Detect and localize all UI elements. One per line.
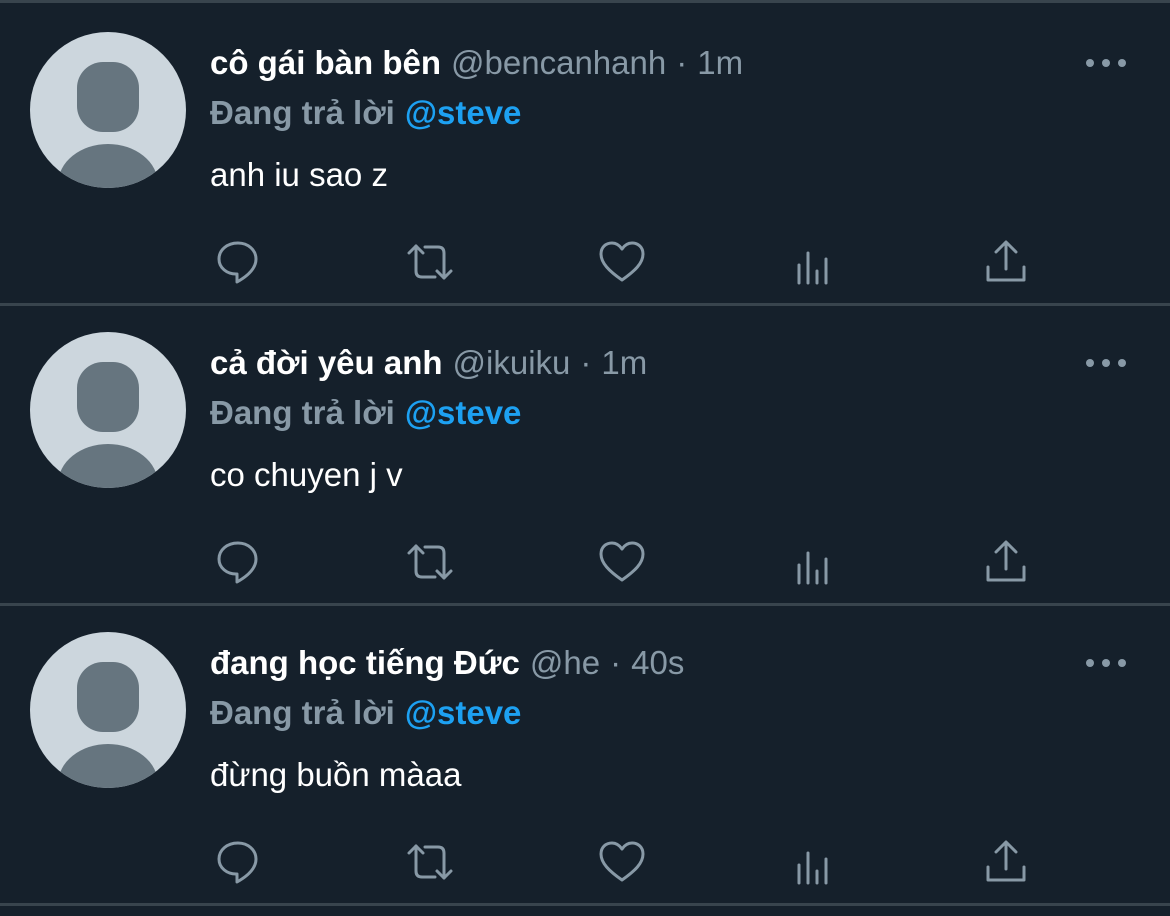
avatar-shoulders-shape — [58, 744, 158, 788]
reply-icon — [217, 241, 258, 284]
display-name[interactable]: cả đời yêu anh — [210, 344, 443, 382]
avatar-head-shape — [77, 362, 139, 432]
user-handle[interactable]: @ikuiku — [453, 344, 571, 382]
tweet-header: cô gái bàn bên @bencanhanh · 1m — [210, 44, 743, 88]
separator-dot: · — [610, 644, 622, 681]
replying-to-mention[interactable]: @steve — [405, 694, 522, 731]
more-icon[interactable] — [1086, 350, 1126, 376]
replying-to: Đang trả lời @steve — [210, 394, 521, 438]
analytics-button[interactable] — [786, 834, 842, 890]
separator-dot: · — [580, 344, 592, 381]
tweet-actions — [210, 834, 1050, 894]
replying-to-label: Đang trả lời — [210, 694, 395, 731]
like-button[interactable] — [594, 534, 650, 590]
display-name[interactable]: cô gái bàn bên — [210, 44, 441, 82]
display-name[interactable]: đang học tiếng Đức — [210, 644, 520, 682]
timestamp[interactable]: 1m — [601, 344, 647, 382]
analytics-icon — [797, 551, 828, 585]
tweet-text: anh iu sao z — [210, 156, 388, 193]
tweet-actions — [210, 234, 1050, 294]
retweet-button[interactable] — [402, 234, 458, 290]
tweet-header: đang học tiếng Đức @he · 40s — [210, 644, 684, 688]
replying-to-mention[interactable]: @steve — [405, 394, 522, 431]
share-button[interactable] — [978, 234, 1034, 290]
retweet-button[interactable] — [402, 534, 458, 590]
heart-icon — [599, 841, 645, 882]
tweet-text: co chuyen j v — [210, 456, 403, 493]
tweet-feed: cô gái bàn bên @bencanhanh · 1m Đang trả… — [0, 0, 1170, 916]
reply-icon — [217, 841, 258, 884]
analytics-icon — [797, 251, 828, 285]
reply-button[interactable] — [210, 534, 266, 590]
analytics-icon — [797, 851, 828, 885]
analytics-button[interactable] — [786, 234, 842, 290]
like-button[interactable] — [594, 834, 650, 890]
timestamp[interactable]: 1m — [697, 44, 743, 82]
tweet[interactable]: cả đời yêu anh @ikuiku · 1m Đang trả lời… — [0, 306, 1170, 606]
like-button[interactable] — [594, 234, 650, 290]
tweet-header: cả đời yêu anh @ikuiku · 1m — [210, 344, 647, 388]
share-button[interactable] — [978, 834, 1034, 890]
avatar-shoulders-shape — [58, 144, 158, 188]
retweet-icon — [407, 244, 453, 280]
user-handle[interactable]: @he — [530, 644, 600, 682]
more-icon[interactable] — [1086, 650, 1126, 676]
reply-button[interactable] — [210, 834, 266, 890]
tweet[interactable]: cô gái bàn bên @bencanhanh · 1m Đang trả… — [0, 6, 1170, 306]
heart-icon — [599, 241, 645, 282]
avatar[interactable] — [30, 32, 186, 188]
reply-button[interactable] — [210, 234, 266, 290]
replying-to: Đang trả lời @steve — [210, 694, 521, 738]
retweet-button[interactable] — [402, 834, 458, 890]
avatar[interactable] — [30, 332, 186, 488]
tweet[interactable]: đang học tiếng Đức @he · 40s Đang trả lờ… — [0, 606, 1170, 906]
retweet-icon — [407, 544, 453, 580]
avatar-head-shape — [77, 662, 139, 732]
analytics-button[interactable] — [786, 534, 842, 590]
share-icon — [986, 840, 1026, 882]
more-icon[interactable] — [1086, 50, 1126, 76]
separator-dot: · — [676, 44, 688, 81]
replying-to-mention[interactable]: @steve — [405, 94, 522, 131]
heart-icon — [599, 541, 645, 582]
replying-to-label: Đang trả lời — [210, 394, 395, 431]
avatar-head-shape — [77, 62, 139, 132]
share-icon — [986, 540, 1026, 582]
avatar[interactable] — [30, 632, 186, 788]
replying-to: Đang trả lời @steve — [210, 94, 521, 138]
avatar-shoulders-shape — [58, 444, 158, 488]
retweet-icon — [407, 844, 453, 880]
share-icon — [986, 240, 1026, 282]
timestamp[interactable]: 40s — [631, 644, 684, 682]
user-handle[interactable]: @bencanhanh — [451, 44, 666, 82]
tweet-actions — [210, 534, 1050, 594]
replying-to-label: Đang trả lời — [210, 94, 395, 131]
reply-icon — [217, 541, 258, 584]
tweet-text: đừng buồn màaa — [210, 756, 462, 793]
share-button[interactable] — [978, 534, 1034, 590]
